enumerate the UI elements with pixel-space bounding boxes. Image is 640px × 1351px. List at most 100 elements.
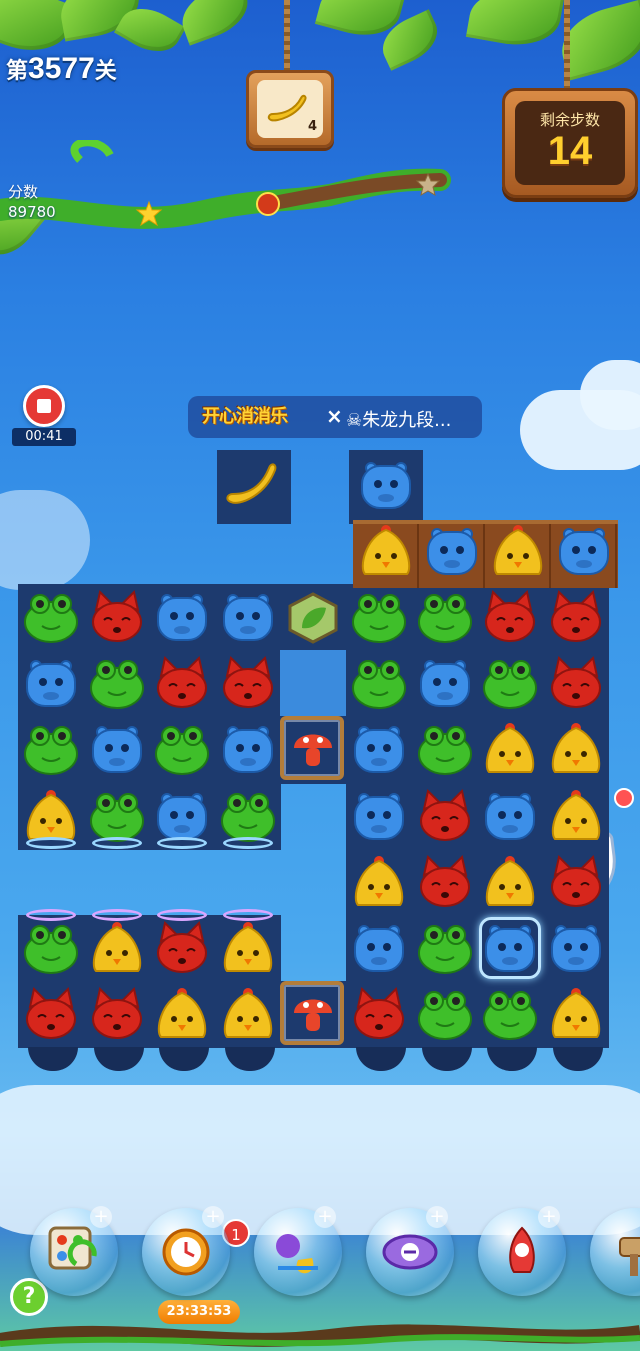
- clock-booster-button[interactable]: +: [142, 1206, 230, 1296]
- frog-piece-icon: [416, 720, 474, 778]
- pea-pod-icon: [267, 94, 307, 122]
- stop-icon: [37, 399, 51, 413]
- chick-piece-icon: [481, 853, 539, 911]
- portal-ring: [157, 909, 208, 921]
- pea-pod-icon: [225, 458, 283, 516]
- frog-piece-icon: [88, 654, 146, 712]
- fox-piece-icon: [88, 588, 146, 646]
- fox-piece-icon: [153, 654, 211, 712]
- level-number: 3577: [28, 52, 95, 85]
- hippo-icon: [357, 458, 415, 516]
- portal-ring: [222, 836, 273, 849]
- frog-piece-icon: [416, 985, 474, 1043]
- game-screen: 第3577关 分数 89780 4 剩余步数 14 00:41 开心消消乐 × …: [0, 0, 640, 1351]
- hippo-piece-icon: [350, 720, 408, 778]
- fox-piece-icon: [416, 787, 474, 845]
- cloud-decoration: [0, 490, 90, 590]
- cage-frame: [280, 981, 345, 1046]
- swap-booster-button[interactable]: +: [254, 1206, 342, 1296]
- fox-piece-icon: [88, 985, 146, 1043]
- frog-piece-icon: [481, 985, 539, 1043]
- frog-piece-icon: [88, 787, 146, 845]
- frog-piece-icon: [153, 720, 211, 778]
- target-count: 4: [307, 119, 317, 134]
- portal-ring: [222, 909, 273, 921]
- portal-ring: [91, 836, 142, 849]
- frog-piece-icon: [350, 588, 408, 646]
- score-value: 89780: [8, 203, 56, 221]
- level-suffix: 关: [94, 58, 117, 83]
- hippo-piece-icon: [350, 787, 408, 845]
- chick-piece-icon: [153, 985, 211, 1043]
- record-timer: 00:41: [12, 428, 76, 446]
- score-star-icon: [135, 200, 163, 227]
- rope: [564, 0, 570, 92]
- rocket-horizontal-booster-button[interactable]: +: [366, 1206, 454, 1296]
- chick-piece-icon: [489, 524, 547, 582]
- drain-slot: [224, 1047, 275, 1072]
- score-vine: [0, 140, 451, 229]
- hint-dot: [614, 788, 634, 808]
- chick-piece-icon: [88, 919, 146, 977]
- selected-piece-frame: [479, 917, 542, 979]
- level-indicator: 第3577关: [6, 52, 117, 86]
- drain-slot: [421, 1047, 472, 1072]
- portal-ring: [91, 909, 142, 921]
- hippo-piece-icon: [547, 919, 605, 977]
- fox-piece-icon: [153, 919, 211, 977]
- leaf-piece-icon: [284, 588, 342, 646]
- chick-piece-icon: [357, 524, 415, 582]
- chick-piece-icon: [350, 853, 408, 911]
- hippo-piece-icon: [153, 787, 211, 845]
- record-stop-button[interactable]: [23, 385, 65, 427]
- swap-booster-icon: [276, 1234, 318, 1274]
- frog-piece-icon: [416, 919, 474, 977]
- shuffle-booster-button[interactable]: +: [30, 1206, 118, 1296]
- chick-piece-icon: [547, 985, 605, 1043]
- hippo-piece-icon: [423, 524, 481, 582]
- portal-ring: [157, 836, 208, 849]
- frog-piece-icon: [219, 787, 277, 845]
- frog-piece-icon: [350, 654, 408, 712]
- shuffle-booster-icon: [48, 1226, 97, 1270]
- portal-ring: [26, 836, 76, 849]
- leaf-decoration: [465, 0, 565, 53]
- frog-piece-icon: [416, 588, 474, 646]
- clock-booster-icon: [162, 1228, 210, 1276]
- chick-piece-icon: [547, 787, 605, 845]
- fox-piece-icon: [416, 853, 474, 911]
- leaf-decoration: [174, 0, 256, 46]
- hippo-piece-icon: [153, 588, 211, 646]
- hippo-piece-icon: [481, 787, 539, 845]
- drain-slot: [159, 1047, 210, 1072]
- fox-piece-icon: [22, 985, 80, 1043]
- rope: [284, 0, 290, 74]
- drain-slot: [552, 1047, 603, 1072]
- frog-piece-icon: [481, 654, 539, 712]
- fox-piece-icon: [547, 588, 605, 646]
- game-logo: 开心消消乐: [202, 406, 288, 427]
- fox-piece-icon: [219, 654, 277, 712]
- chick-piece-icon: [219, 985, 277, 1043]
- chick-piece-icon: [219, 919, 277, 977]
- rocket-horizontal-booster-icon: [382, 1234, 438, 1270]
- chick-piece-icon: [481, 720, 539, 778]
- drain-slot: [356, 1047, 406, 1072]
- vs-separator: ×: [326, 404, 343, 428]
- rocket-vertical-booster-button[interactable]: +: [478, 1206, 566, 1296]
- fox-piece-icon: [350, 985, 408, 1043]
- hippo-piece-icon: [88, 720, 146, 778]
- frog-piece-icon: [22, 720, 80, 778]
- drain-slot: [487, 1047, 538, 1072]
- level-prefix: 第: [6, 58, 29, 83]
- opponent-name: ☠朱龙九段...: [346, 410, 452, 431]
- portal-ring: [26, 909, 76, 921]
- rocket-vertical-booster-icon: [509, 1226, 535, 1273]
- hippo-piece-icon: [22, 654, 80, 712]
- moves-board: 剩余步数 14: [502, 88, 638, 198]
- target-board: 4: [246, 70, 334, 148]
- bottom-vine: [0, 1324, 640, 1347]
- frog-piece-icon: [22, 919, 80, 977]
- fox-piece-icon: [547, 654, 605, 712]
- hippo-piece-icon: [219, 588, 277, 646]
